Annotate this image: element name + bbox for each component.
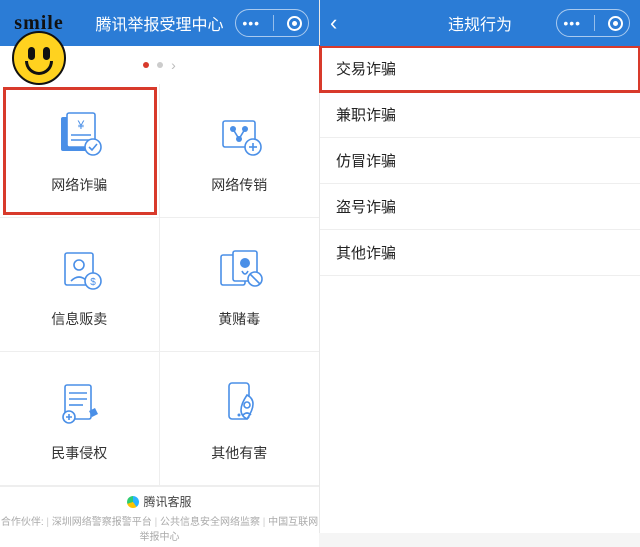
footer-brand[interactable]: 腾讯客服 [0, 493, 319, 510]
left-screen: 腾讯举报受理中心 ••• smile › ¥ 网络诈骗 网络传销 $ 信息贩卖 黄赌毒民事… [0, 0, 320, 533]
capsule-divider [594, 15, 595, 31]
footer-link[interactable]: 公共信息安全网络监察 [152, 517, 260, 528]
footer-brand-label: 腾讯客服 [143, 493, 191, 510]
right-screen: ‹ 违规行为 ••• 交易诈骗兼职诈骗仿冒诈骗盗号诈骗其他诈骗 [320, 0, 640, 533]
list-item[interactable]: 兼职诈骗 [320, 92, 640, 138]
category-label: 网络传销 [211, 175, 267, 195]
right-title: 违规行为 [448, 11, 512, 35]
footer-links: 合作伙伴: 深圳网络警察报警平台公共信息安全网络监察中国互联网举报中心 [0, 513, 319, 543]
smile-sticker: smile [0, 12, 82, 85]
smile-face-icon [12, 31, 66, 85]
back-icon[interactable]: ‹ [326, 0, 341, 46]
category-pyramid[interactable]: 网络传销 [160, 84, 320, 218]
miniprogram-capsule[interactable]: ••• [235, 9, 309, 37]
illegal-icon [209, 241, 269, 297]
category-civil[interactable]: 民事侵权 [0, 352, 160, 486]
violation-list: 交易诈骗兼职诈骗仿冒诈骗盗号诈骗其他诈骗 [320, 46, 640, 276]
chevron-right-icon[interactable]: › [171, 57, 176, 73]
left-title: 腾讯举报受理中心 [95, 11, 223, 35]
category-label: 其他有害 [211, 443, 267, 463]
list-item[interactable]: 仿冒诈骗 [320, 138, 640, 184]
category-label: 民事侵权 [51, 443, 107, 463]
pyramid-icon [209, 107, 269, 163]
svg-text:$: $ [90, 277, 96, 288]
pager-dot[interactable] [157, 62, 163, 68]
more-icon[interactable]: ••• [242, 16, 260, 30]
category-label: 网络诈骗 [51, 175, 107, 195]
close-icon[interactable] [287, 16, 302, 31]
more-icon[interactable]: ••• [563, 16, 581, 30]
list-item[interactable]: 盗号诈骗 [320, 184, 640, 230]
right-header: ‹ 违规行为 ••• [320, 0, 640, 46]
pager-dot-active[interactable] [143, 62, 149, 68]
footer-prefix: 合作伙伴: [1, 517, 47, 528]
category-fraud[interactable]: ¥ 网络诈骗 [0, 84, 160, 218]
category-other[interactable]: 其他有害 [160, 352, 320, 486]
category-label: 黄赌毒 [218, 309, 260, 329]
capsule-divider [273, 15, 274, 31]
tencent-logo-icon [127, 496, 139, 508]
info-sell-icon: $ [49, 241, 109, 297]
miniprogram-capsule[interactable]: ••• [556, 9, 630, 37]
footer: 腾讯客服 合作伙伴: 深圳网络警察报警平台公共信息安全网络监察中国互联网举报中心 [0, 486, 319, 547]
category-label: 信息贩卖 [51, 309, 107, 329]
other-icon [209, 375, 269, 431]
civil-icon [49, 375, 109, 431]
list-item[interactable]: 其他诈骗 [320, 230, 640, 276]
svg-text:¥: ¥ [77, 118, 85, 132]
category-illegal[interactable]: 黄赌毒 [160, 218, 320, 352]
fraud-icon: ¥ [49, 107, 109, 163]
list-item[interactable]: 交易诈骗 [320, 46, 640, 92]
category-info-sell[interactable]: $ 信息贩卖 [0, 218, 160, 352]
category-grid: ¥ 网络诈骗 网络传销 $ 信息贩卖 黄赌毒民事侵权 其他有害 [0, 84, 319, 486]
footer-link[interactable]: 深圳网络警察报警平台 [46, 517, 151, 528]
close-icon[interactable] [608, 16, 623, 31]
